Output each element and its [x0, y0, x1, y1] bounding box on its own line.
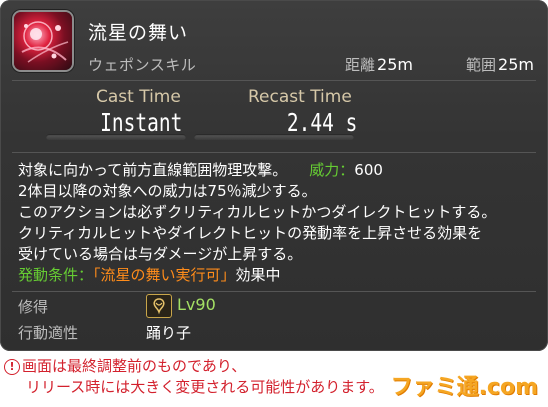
disclaimer-text: 画面は最終調整前のものであり、: [22, 357, 247, 375]
divider: [12, 152, 536, 153]
cast-time-bar: [46, 134, 186, 140]
action-description: 対象に向かって前方直線範囲物理攻撃。 威力：600 2体目以降の対象への威力は75…: [18, 160, 538, 286]
job-value: 踊り子: [146, 324, 192, 342]
range-value: 25m: [498, 55, 534, 74]
skill-name: 流星の舞い: [88, 22, 189, 44]
warning-icon: !: [4, 359, 20, 375]
description-line: 2体目以降の対象への威力は75％減少する。: [18, 182, 317, 200]
divider: [12, 80, 536, 81]
level-value: Lv90: [177, 295, 216, 314]
condition-label: 発動条件：: [18, 266, 94, 284]
description-line: このアクションは必ずクリティカルヒットかつダイレクトヒットする。: [18, 203, 497, 221]
potency-label: 威力：: [309, 161, 355, 179]
condition-suffix: 効果中: [235, 266, 281, 284]
range-label: 範囲: [466, 56, 497, 74]
famitsu-watermark: ファミ通.com: [390, 375, 538, 400]
distance-value: 25m: [377, 55, 413, 74]
cast-time-label: Cast Time: [96, 87, 181, 107]
starfall-dance-icon: [14, 12, 72, 70]
recast-time-value: 2.44 s: [286, 108, 357, 137]
cast-time-value: Instant: [99, 108, 182, 137]
description-line: 受けている場合は与ダメージが上昇する。: [18, 245, 303, 263]
description-line: 対象に向かって前方直線範囲物理攻撃。 威力：600: [18, 160, 538, 181]
divider: [12, 291, 536, 292]
job-label: 行動適性: [18, 324, 79, 342]
range-stat: 範囲 25m: [466, 54, 534, 75]
screenshot-disclaimer: ! 画面は最終調整前のものであり、 リリース時には大きく変更される可能性があります…: [4, 356, 384, 398]
description-text: 対象に向かって前方直線範囲物理攻撃。: [18, 161, 288, 179]
action-tooltip: 流星の舞い ウェポンスキル 距離 25m 範囲 25m Cast Time Reca…: [0, 0, 548, 351]
condition-effect: 「流星の舞い実行可」: [93, 266, 236, 284]
condition-line: 発動条件：「流星の舞い実行可」効果中: [18, 265, 538, 286]
dancer-job-icon: [146, 294, 172, 318]
disclaimer-line: ! 画面は最終調整前のものであり、: [4, 356, 384, 377]
recast-time-bar: [194, 134, 354, 140]
potency-value: 600: [354, 161, 383, 179]
disclaimer-line: リリース時には大きく変更される可能性があります。: [26, 378, 384, 396]
acquired-label: 修得: [18, 298, 49, 316]
distance-label: 距離: [345, 56, 376, 74]
skill-type: ウェポンスキル: [88, 56, 197, 74]
recast-time-label: Recast Time: [248, 87, 352, 107]
description-line: クリティカルヒットやダイレクトヒットの発動率を上昇させる効果を: [18, 224, 483, 242]
distance-stat: 距離 25m: [345, 54, 413, 75]
